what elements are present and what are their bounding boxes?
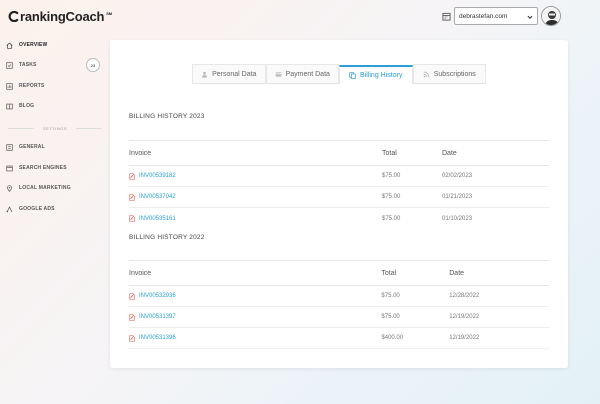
table-row: INV00531396 $400.00 12/19/2022 <box>129 328 549 349</box>
home-icon <box>6 42 13 49</box>
person-icon <box>202 71 208 78</box>
invoice-total: $400.00 <box>381 335 404 341</box>
calendar-icon[interactable] <box>442 12 451 21</box>
sidebar-item-search-engines[interactable]: SEARCH ENGINES <box>6 161 106 175</box>
sidebar-item-label: SEARCH ENGINES <box>19 165 67 171</box>
sidebar-item-general[interactable]: GENERAL <box>6 140 106 154</box>
invoice-total: $75.00 <box>382 194 401 200</box>
pdf-icon <box>129 193 135 201</box>
account-tabs: Personal Data Payment Data Billing Histo… <box>192 64 486 84</box>
invoice-link[interactable]: INV00535161 <box>139 216 176 222</box>
table-row: INV00537042 $75.00 01/21/2023 <box>129 187 549 208</box>
invoice-date: 12/19/2022 <box>449 314 480 320</box>
settings-heading: SETTINGS <box>43 126 68 131</box>
brand-logo[interactable]: rankingCoach SM <box>8 9 112 24</box>
invoice-link[interactable]: INV00531397 <box>139 314 176 320</box>
invoice-date: 01/21/2023 <box>442 194 473 200</box>
sliders-icon <box>6 143 13 151</box>
invoice-total: $75.00 <box>382 173 401 179</box>
tab-label: Personal Data <box>212 70 257 78</box>
ads-icon <box>6 205 13 212</box>
sidebar-item-label: REPORTS <box>19 83 45 89</box>
sidebar-item-label: GENERAL <box>19 144 45 150</box>
sidebar-item-tasks[interactable]: TASKS 23 <box>6 58 106 72</box>
sidebar-item-label: TASKS <box>19 62 37 68</box>
invoice-total: $75.00 <box>381 293 400 299</box>
invoice-total: $75.00 <box>382 215 401 222</box>
tab-label: Payment Data <box>285 70 330 78</box>
invoice-date: 12/28/2022 <box>449 293 480 299</box>
chevron-down-icon <box>527 15 533 19</box>
map-pin-icon <box>7 184 12 192</box>
table-header: Invoice Total Date <box>129 140 549 166</box>
invoice-link[interactable]: INV00532936 <box>139 293 176 299</box>
invoice-total: $75.00 <box>381 314 400 320</box>
invoice-link[interactable]: INV00539182 <box>139 173 176 179</box>
brand-name: rankingCoach <box>20 9 105 24</box>
column-header-invoice: Invoice <box>129 269 152 277</box>
rss-icon <box>423 71 430 77</box>
avatar[interactable] <box>541 6 561 26</box>
tab-label: Billing History <box>360 72 403 79</box>
column-header-date: Date <box>449 269 465 277</box>
sidebar-item-overview[interactable]: OVERVIEW <box>6 38 106 52</box>
account-select[interactable]: debrastefan.com <box>454 7 538 25</box>
sidebar-item-label: OVERVIEW <box>19 42 48 48</box>
sidebar-item-label: GOOGLE ADS <box>19 206 55 212</box>
checkbox-icon <box>6 61 13 69</box>
sidebar-item-google-ads[interactable]: GOOGLE ADS <box>6 202 106 216</box>
invoice-date: 02/02/2023 <box>442 173 473 179</box>
pdf-icon <box>129 313 135 321</box>
logo-mark-icon <box>8 11 19 22</box>
tab-subscriptions[interactable]: Subscriptions <box>412 64 486 83</box>
card-icon <box>275 71 282 77</box>
invoice-table-2022: Invoice Total Date INV00532936 $75.00 12… <box>129 260 549 349</box>
tab-label: Subscriptions <box>433 70 476 78</box>
table-row: INV00532936 $75.00 12/28/2022 <box>129 286 549 307</box>
column-header-total: Total <box>382 149 397 157</box>
chart-icon <box>6 82 13 90</box>
invoice-link[interactable]: INV00537042 <box>139 194 176 200</box>
user-avatar-icon <box>542 7 560 25</box>
table-row: INV00535161 $75.00 01/10/2023 <box>129 208 549 229</box>
section-title-2023: BILLING HISTORY 2023 <box>129 113 205 120</box>
settings-divider: SETTINGS <box>8 126 103 131</box>
invoice-link[interactable]: INV00531396 <box>139 335 176 341</box>
section-title-2022: BILLING HISTORY 2022 <box>129 234 205 241</box>
column-header-date: Date <box>442 149 457 157</box>
invoice-table-2023: Invoice Total Date INV00539182 $75.00 02… <box>129 140 549 229</box>
table-row: INV00539182 $75.00 02/02/2023 <box>129 166 549 187</box>
account-select-value: debrastefan.com <box>459 12 508 20</box>
tasks-count-badge: 23 <box>86 58 100 72</box>
invoice-date: 12/19/2022 <box>449 335 480 341</box>
sidebar-item-reports[interactable]: REPORTS <box>6 79 106 93</box>
sidebar-item-local-marketing[interactable]: LOCAL MARKETING <box>6 181 106 195</box>
column-header-invoice: Invoice <box>129 149 152 157</box>
sidebar-item-blog[interactable]: BLOG <box>6 99 106 113</box>
pdf-icon <box>129 172 135 180</box>
copy-icon <box>349 72 356 79</box>
pdf-icon <box>129 292 135 300</box>
pdf-icon <box>129 334 135 342</box>
tab-personal-data[interactable]: Personal Data <box>192 64 266 83</box>
tab-billing-history[interactable]: Billing History <box>339 65 413 84</box>
table-header: Invoice Total Date <box>129 260 549 286</box>
invoice-date: 01/10/2023 <box>442 215 473 222</box>
pdf-icon <box>129 215 135 222</box>
sidebar-item-label: LOCAL MARKETING <box>19 185 71 191</box>
tab-payment-data[interactable]: Payment Data <box>265 64 339 83</box>
search-engine-icon <box>6 165 13 171</box>
sidebar-item-label: BLOG <box>19 103 35 109</box>
billing-card: Personal Data Payment Data Billing Histo… <box>110 40 568 368</box>
column-header-total: Total <box>381 269 397 277</box>
book-icon <box>6 103 13 109</box>
table-row: INV00531397 $75.00 12/19/2022 <box>129 307 549 328</box>
brand-superscript: SM <box>106 11 112 16</box>
